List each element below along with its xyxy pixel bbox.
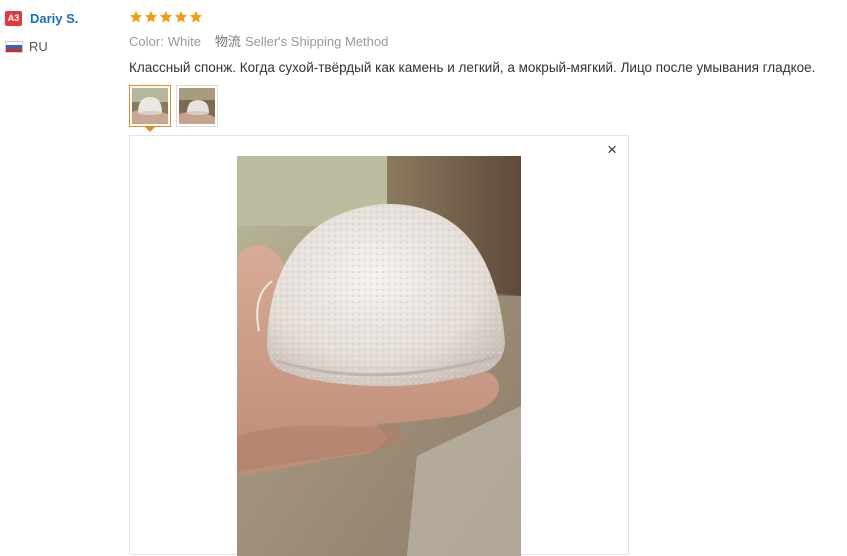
shipping-value: Seller's Shipping Method — [244, 34, 389, 49]
review-attributes: Color: White 物流 Seller's Shipping Method — [129, 34, 388, 50]
level-badge: A3 — [5, 11, 22, 26]
reviewer-name[interactable]: Dariy S. — [30, 10, 78, 28]
photo-viewer: × — [129, 135, 629, 556]
star-icon — [189, 10, 203, 23]
sponge-photo-thumb-1 — [132, 88, 168, 124]
review-photo[interactable] — [237, 156, 521, 556]
star-icon — [159, 10, 173, 23]
active-thumbnail-indicator — [144, 126, 156, 132]
photo-thumbnail-2[interactable] — [176, 85, 218, 127]
review-text: Классный спонж. Когда сухой-твёрдый как … — [129, 60, 816, 75]
country-code: RU — [29, 39, 48, 54]
star-icon — [129, 10, 143, 23]
photo-thumbnail-1[interactable] — [129, 85, 171, 127]
sponge-photo — [237, 156, 521, 556]
color-value: White — [167, 34, 201, 49]
color-label: Color: — [129, 34, 164, 49]
shipping-label: 物流 — [214, 34, 241, 49]
star-rating — [129, 10, 204, 27]
star-icon — [144, 10, 158, 23]
star-icon — [174, 10, 188, 23]
close-icon[interactable]: × — [607, 140, 617, 160]
sponge-photo-thumb-2 — [179, 88, 215, 124]
russia-flag-icon — [5, 41, 23, 53]
